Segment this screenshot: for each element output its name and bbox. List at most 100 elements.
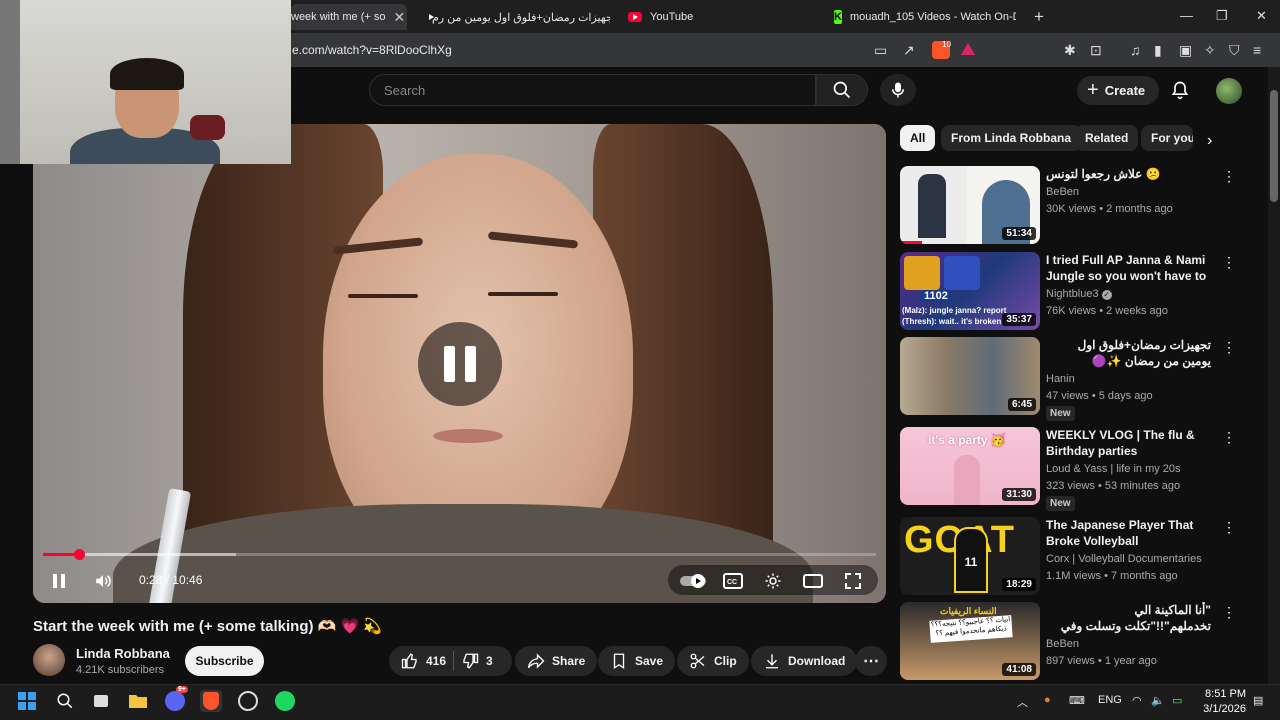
share-page-icon[interactable]: ↗ bbox=[903, 42, 915, 59]
speaker-icon[interactable]: 🔈 bbox=[1151, 694, 1165, 707]
save-button[interactable]: Save bbox=[598, 646, 676, 676]
tray-chevron-icon[interactable]: ︿ bbox=[1017, 694, 1028, 710]
video-thumbnail[interactable]: 1102 (Malz): jungle janna? report (Thresh… bbox=[900, 252, 1040, 330]
center-pause-button[interactable] bbox=[418, 322, 502, 406]
more-vertical-icon[interactable]: ⋮ bbox=[1222, 254, 1236, 271]
chip-from-channel[interactable]: From Linda Robbana bbox=[941, 125, 1081, 151]
pause-button[interactable] bbox=[49, 569, 69, 593]
recommendation-item[interactable]: it's a party 🥳 31:30 WEEKLY VLOG | The f… bbox=[900, 427, 1240, 511]
channel-avatar[interactable] bbox=[33, 644, 65, 676]
voice-search-button[interactable] bbox=[880, 74, 916, 106]
recommendation-item[interactable]: النساء الريفيات ابيات ؟؟ عاجبيو؟؟ نتيجه؟… bbox=[900, 602, 1240, 682]
subscribe-button[interactable]: Subscribe bbox=[185, 646, 264, 676]
language-indicator[interactable]: ENG bbox=[1098, 694, 1122, 706]
chip-related[interactable]: Related bbox=[1075, 125, 1139, 151]
dislike-button[interactable]: 3 bbox=[461, 652, 493, 670]
account-avatar[interactable] bbox=[1216, 78, 1242, 104]
brave-rewards-icon[interactable] bbox=[961, 43, 975, 55]
sidebar-icon[interactable]: ▮ bbox=[1154, 42, 1162, 59]
search-input[interactable]: Search bbox=[369, 74, 816, 106]
recommendation-item[interactable]: 6:45 تجهيزات رمضان+فلوق اول يومين من رمض… bbox=[900, 337, 1240, 421]
recommendation-title[interactable]: I tried Full AP Janna & Nami Jungle so y… bbox=[1046, 252, 1211, 286]
more-vertical-icon[interactable]: ⋮ bbox=[1222, 339, 1236, 356]
more-vertical-icon[interactable]: ⋮ bbox=[1222, 429, 1236, 446]
tab-close-icon[interactable]: ✕ bbox=[393, 9, 405, 26]
recommendation-channel[interactable]: Corx | Volleyball Documentaries bbox=[1046, 553, 1202, 565]
recommendation-channel[interactable]: BeBen bbox=[1046, 186, 1079, 198]
progress-scrubber[interactable] bbox=[74, 549, 85, 560]
recommendation-title[interactable]: علاش رجعوا لتونس 😕 bbox=[1046, 166, 1211, 182]
wallet-icon[interactable]: ▣ bbox=[1179, 42, 1192, 59]
video-player[interactable]: 0:28 / 10:46 CC bbox=[33, 124, 886, 603]
tab-youtube[interactable]: YouTube bbox=[628, 4, 708, 30]
file-explorer-icon[interactable] bbox=[127, 690, 149, 712]
recommendation-item[interactable]: GOAT 11 18:29 The Japanese Player That B… bbox=[900, 517, 1240, 597]
channel-name[interactable]: Linda Robbana bbox=[76, 646, 170, 661]
recommendation-channel[interactable]: Nightblue3 ✓ bbox=[1046, 288, 1112, 300]
chip-all[interactable]: All bbox=[900, 125, 936, 151]
spotify-icon[interactable] bbox=[274, 690, 296, 712]
recommendation-channel[interactable]: BeBen bbox=[1046, 638, 1079, 650]
tab-kick[interactable]: K mouadh_105 Videos - Watch On-Der bbox=[834, 4, 1016, 30]
autoplay-toggle[interactable] bbox=[679, 569, 707, 593]
more-vertical-icon[interactable]: ⋮ bbox=[1222, 519, 1236, 536]
video-thumbnail[interactable]: 51:34 bbox=[900, 166, 1040, 244]
like-button[interactable]: 416 bbox=[401, 652, 446, 670]
notifications-bell-icon[interactable] bbox=[1170, 80, 1190, 100]
more-vertical-icon[interactable]: ⋮ bbox=[1222, 604, 1236, 621]
obs-icon[interactable] bbox=[237, 690, 259, 712]
more-vertical-icon[interactable]: ⋮ bbox=[1222, 168, 1236, 185]
search-button[interactable] bbox=[816, 74, 868, 106]
battery-icon[interactable]: ▭ bbox=[1172, 694, 1182, 707]
vpn-icon[interactable]: ⛉ bbox=[1229, 42, 1240, 59]
new-tab-button[interactable]: + bbox=[1034, 7, 1044, 27]
keyboard-icon[interactable]: ⌨ bbox=[1069, 694, 1085, 707]
restore-icon[interactable]: ❐ bbox=[1216, 8, 1228, 24]
tab-ramadan-vlog[interactable]: تجهيزات رمضان+فلوق اول يومين من رم bbox=[424, 4, 610, 30]
windows-start-icon[interactable] bbox=[16, 690, 38, 712]
more-actions-button[interactable]: ⋯ bbox=[855, 646, 887, 676]
minimize-icon[interactable]: — bbox=[1180, 8, 1193, 23]
share-button[interactable]: Share bbox=[515, 646, 598, 676]
menu-icon[interactable]: ≡ bbox=[1253, 42, 1261, 58]
theater-mode-button[interactable] bbox=[801, 569, 825, 593]
volume-button[interactable] bbox=[91, 569, 115, 593]
settings-button[interactable] bbox=[761, 569, 785, 593]
recommendation-item[interactable]: 51:34 علاش رجعوا لتونس 😕 BeBen 30K views… bbox=[900, 166, 1240, 246]
recommendation-title[interactable]: تجهيزات رمضان+فلوق اول يومين من رمضان ✨🟣 bbox=[1046, 337, 1211, 369]
leo-ai-icon[interactable]: ✧ bbox=[1204, 42, 1216, 59]
recommendation-title[interactable]: WEEKLY VLOG | The flu & Birthday parties bbox=[1046, 427, 1211, 459]
discord-icon[interactable]: 9+ bbox=[164, 686, 188, 712]
chip-for-you[interactable]: For you bbox=[1141, 125, 1193, 151]
close-window-icon[interactable]: ✕ bbox=[1256, 8, 1267, 24]
screenshot-icon[interactable]: ⊡ bbox=[1090, 42, 1102, 59]
notification-center-icon[interactable]: ▤ bbox=[1253, 694, 1263, 707]
music-icon[interactable]: ♫ bbox=[1130, 42, 1141, 58]
captions-button[interactable]: CC bbox=[721, 569, 745, 593]
task-view-icon[interactable] bbox=[90, 690, 112, 712]
video-thumbnail[interactable]: it's a party 🥳 31:30 bbox=[900, 427, 1040, 505]
wifi-icon[interactable]: ◠ bbox=[1132, 694, 1142, 707]
search-icon[interactable] bbox=[54, 690, 76, 712]
clip-button[interactable]: Clip bbox=[677, 646, 749, 676]
cast-icon[interactable]: ▭ bbox=[874, 42, 887, 59]
recommendation-channel[interactable]: Loud & Yass | life in my 20s bbox=[1046, 463, 1181, 475]
microphone-tray-icon[interactable]: ● bbox=[1044, 694, 1051, 706]
recommendation-channel[interactable]: Hanin bbox=[1046, 373, 1075, 385]
extensions-icon[interactable]: ✱ bbox=[1064, 42, 1076, 59]
video-thumbnail[interactable]: النساء الريفيات ابيات ؟؟ عاجبيو؟؟ نتيجه؟… bbox=[900, 602, 1040, 680]
video-thumbnail[interactable]: 6:45 bbox=[900, 337, 1040, 415]
system-clock[interactable]: 8:51 PM 3/1/2026 bbox=[1200, 687, 1246, 717]
chevron-right-icon[interactable]: › bbox=[1207, 132, 1212, 150]
url-text[interactable]: e.com/watch?v=8RlDooClhXg bbox=[292, 43, 452, 57]
brave-browser-icon[interactable] bbox=[200, 690, 222, 712]
scrollbar-thumb[interactable] bbox=[1270, 90, 1278, 202]
download-button[interactable]: Download bbox=[751, 646, 858, 676]
tab-active-video[interactable]: week with me (+ so ✕ bbox=[291, 4, 407, 30]
video-thumbnail[interactable]: GOAT 11 18:29 bbox=[900, 517, 1040, 595]
recommendation-item[interactable]: 1102 (Malz): jungle janna? report (Thresh… bbox=[900, 252, 1240, 332]
fullscreen-button[interactable] bbox=[841, 569, 865, 593]
create-button[interactable]: + Create bbox=[1077, 76, 1160, 105]
recommendation-title[interactable]: "أنا الماكينة الي تخدملهم"!!"تكلت وتسلت … bbox=[1046, 602, 1211, 636]
recommendation-title[interactable]: The Japanese Player That Broke Volleybal… bbox=[1046, 517, 1211, 549]
